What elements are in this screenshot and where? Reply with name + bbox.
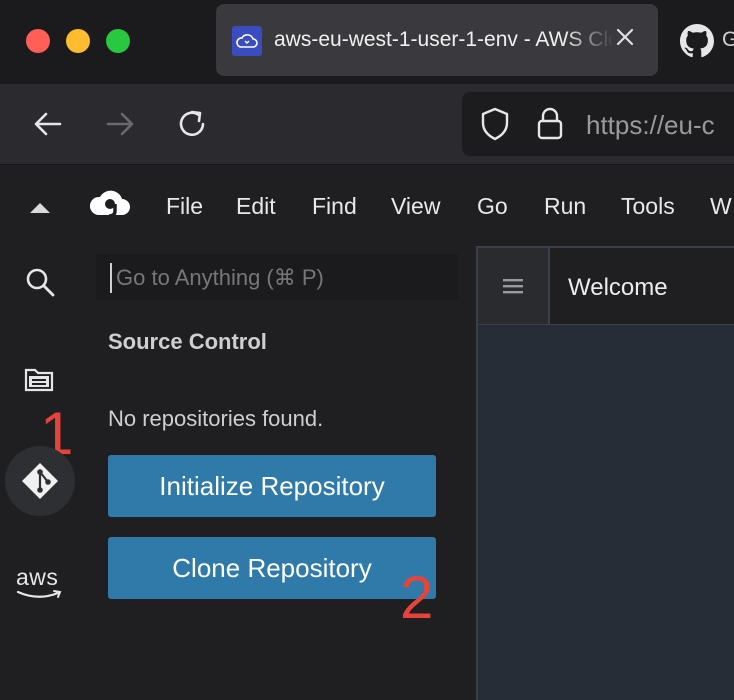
cloud9-favicon-icon (232, 26, 262, 56)
shield-icon[interactable] (478, 106, 512, 142)
minimize-window-button[interactable] (66, 29, 90, 53)
collapse-up-icon[interactable] (28, 201, 52, 220)
clone-repository-button[interactable]: Clone Repository (108, 537, 436, 599)
github-icon[interactable] (680, 24, 714, 58)
editor-tab-bar: Welcome (478, 248, 734, 325)
tab-welcome[interactable]: Welcome (568, 274, 668, 302)
lock-icon[interactable] (536, 106, 564, 142)
folder-icon[interactable] (24, 366, 54, 397)
back-arrow-icon[interactable] (30, 106, 66, 142)
address-bar[interactable]: https://eu-c (462, 92, 734, 156)
menu-file[interactable]: File (166, 193, 203, 220)
window-titlebar: aws-eu-west-1-user-1-env - AWS Cloud9 G (0, 0, 734, 84)
tab-title: aws-eu-west-1-user-1-env - AWS Cloud9 (274, 28, 614, 51)
menu-find[interactable]: Find (312, 193, 357, 220)
no-repos-message: No repositories found. (108, 406, 324, 431)
close-window-button[interactable] (26, 29, 50, 53)
aws-label: aws (16, 564, 59, 590)
go-to-anything-box[interactable] (96, 254, 458, 300)
source-control-tab[interactable] (5, 446, 75, 516)
git-icon (22, 463, 58, 499)
menu-go[interactable]: Go (477, 193, 508, 220)
url-text[interactable]: https://eu-c (586, 110, 715, 141)
menu-window-partial[interactable]: W (710, 193, 732, 220)
browser-navbar: https://eu-c (0, 84, 734, 165)
browser-tab-active[interactable]: aws-eu-west-1-user-1-env - AWS Cloud9 (216, 4, 658, 76)
maximize-window-button[interactable] (106, 29, 130, 53)
menu-tools[interactable]: Tools (621, 193, 675, 220)
ide-menubar: File Edit Find View Go Run Tools W (0, 165, 734, 247)
aws-logo-icon[interactable]: aws (16, 566, 66, 601)
menu-run[interactable]: Run (544, 193, 586, 220)
search-icon[interactable] (24, 266, 56, 303)
hamburger-menu-icon[interactable] (478, 248, 550, 324)
editor-pane: Welcome (476, 246, 734, 700)
panel-title: Source Control (108, 329, 267, 354)
annotation-step-2: 2 (400, 564, 434, 631)
menu-edit[interactable]: Edit (236, 193, 276, 220)
next-tab-title-partial[interactable]: G (722, 28, 734, 52)
forward-arrow-icon[interactable] (102, 106, 138, 142)
cloud9-logo-icon[interactable] (88, 189, 132, 226)
go-to-anything-input[interactable] (110, 263, 448, 293)
reload-icon[interactable] (174, 106, 210, 142)
initialize-repository-button[interactable]: Initialize Repository (108, 455, 436, 517)
menu-view[interactable]: View (391, 193, 440, 220)
close-tab-icon[interactable] (614, 26, 636, 48)
